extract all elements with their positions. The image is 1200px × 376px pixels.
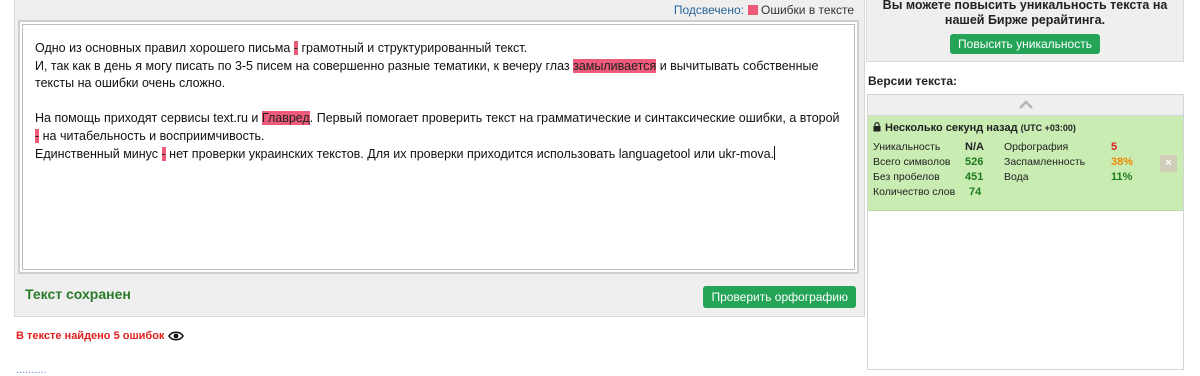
versions-panel: Несколько секунд назад (UTC +03:00) Уник…	[867, 94, 1184, 370]
text-segment: нет проверки украинских текстов. Для их …	[165, 146, 775, 161]
version-item[interactable]: Несколько секунд назад (UTC +03:00) Уник…	[868, 116, 1183, 211]
stat-value: 526	[965, 156, 984, 168]
stat-value: N/A	[965, 141, 984, 153]
stat-label: Количество слов	[873, 186, 956, 198]
paragraph: Одно из основных правил хорошего письма …	[35, 40, 840, 58]
stat-label: Вода	[1004, 171, 1029, 183]
versions-scroll-up[interactable]	[868, 95, 1183, 116]
text-segment: Одно из основных правил хорошего письма	[35, 41, 294, 55]
save-status: Текст сохранен	[25, 286, 131, 302]
stat-row: Всего символов 526 Заспамленность 38%	[873, 155, 1173, 170]
legend-label: Подсвечено:	[673, 3, 744, 17]
paragraph: И, так как в день я могу писать по 3-5 п…	[35, 58, 840, 93]
text-segment: . Первый помогает проверить текст на гра…	[309, 111, 840, 126]
stat-value: 38%	[1111, 156, 1134, 168]
highlight-legend: Подсвечено: Ошибки в тексте	[674, 3, 854, 17]
stat-label: Всего символов	[873, 156, 951, 168]
check-spelling-button[interactable]: Проверить орфографию	[703, 286, 856, 308]
text-segment: грамотный и структурированный текст.	[298, 41, 528, 55]
lock-icon	[873, 122, 881, 135]
error-highlight[interactable]: замыливается	[573, 58, 657, 73]
text-segment: Единственный минус	[35, 146, 162, 161]
text-editor[interactable]: Одно из основных правил хорошего письма …	[22, 24, 855, 270]
promo-text: Вы можете повысить уникальность текста н…	[882, 0, 1168, 27]
errors-found-text: В тексте найдено 5 ошибок	[16, 330, 165, 342]
version-time: Несколько секунд назад (UTC +03:00)	[873, 122, 1183, 135]
error-color-swatch	[748, 5, 758, 15]
stat-row: Уникальность N/A Орфография 5	[873, 140, 1173, 155]
stat-label: Заспамленность	[1004, 156, 1086, 168]
text-segment: на читабельность и восприимчивость.	[39, 128, 265, 143]
version-stats: Уникальность N/A Орфография 5 Всего симв…	[873, 140, 1173, 200]
promo-box: Вы можете повысить уникальность текста н…	[866, 0, 1184, 62]
eye-icon[interactable]	[168, 330, 185, 345]
paragraph: Единственный минус - нет проверки украин…	[35, 145, 840, 164]
text-segment: На помощь приходят сервисы text.ru и	[35, 111, 262, 126]
stat-label: Без пробелов	[873, 171, 940, 183]
stat-label: Уникальность	[873, 141, 941, 153]
increase-uniqueness-button[interactable]: Повысить уникальность	[950, 34, 1100, 54]
stat-value: 5	[1111, 141, 1118, 153]
legend-errors-label: Ошибки в тексте	[761, 3, 854, 17]
stat-value: 451	[965, 171, 984, 183]
text-segment: И, так как в день я могу писать по 3-5 п…	[35, 58, 574, 73]
chevron-up-icon	[1018, 100, 1033, 109]
version-timezone: (UTC +03:00)	[1020, 123, 1076, 133]
stat-row: Без пробелов 451 Вода 11%	[873, 170, 1173, 185]
stat-row: Количество слов 74	[873, 185, 1173, 200]
version-time-text: Несколько секунд назад	[885, 122, 1018, 134]
text-editor-panel: Подсвечено: Ошибки в тексте Одно из основ…	[14, 0, 865, 317]
cut-off-link-row: ..........	[16, 364, 47, 376]
stat-value: 74	[969, 186, 982, 198]
text-cursor	[774, 145, 776, 160]
delete-version-button[interactable]: ×	[1160, 155, 1177, 172]
stat-value: 11%	[1111, 171, 1133, 183]
errors-found-summary[interactable]: В тексте найдено 5 ошибок	[16, 330, 185, 345]
stat-label: Орфография	[1004, 141, 1069, 153]
error-highlight[interactable]: Главред	[261, 111, 310, 126]
editor-frame: Одно из основных правил хорошего письма …	[18, 20, 859, 274]
versions-title: Версии текста:	[868, 74, 958, 88]
paragraph: На помощь приходят сервисы text.ru и Гла…	[35, 110, 840, 145]
